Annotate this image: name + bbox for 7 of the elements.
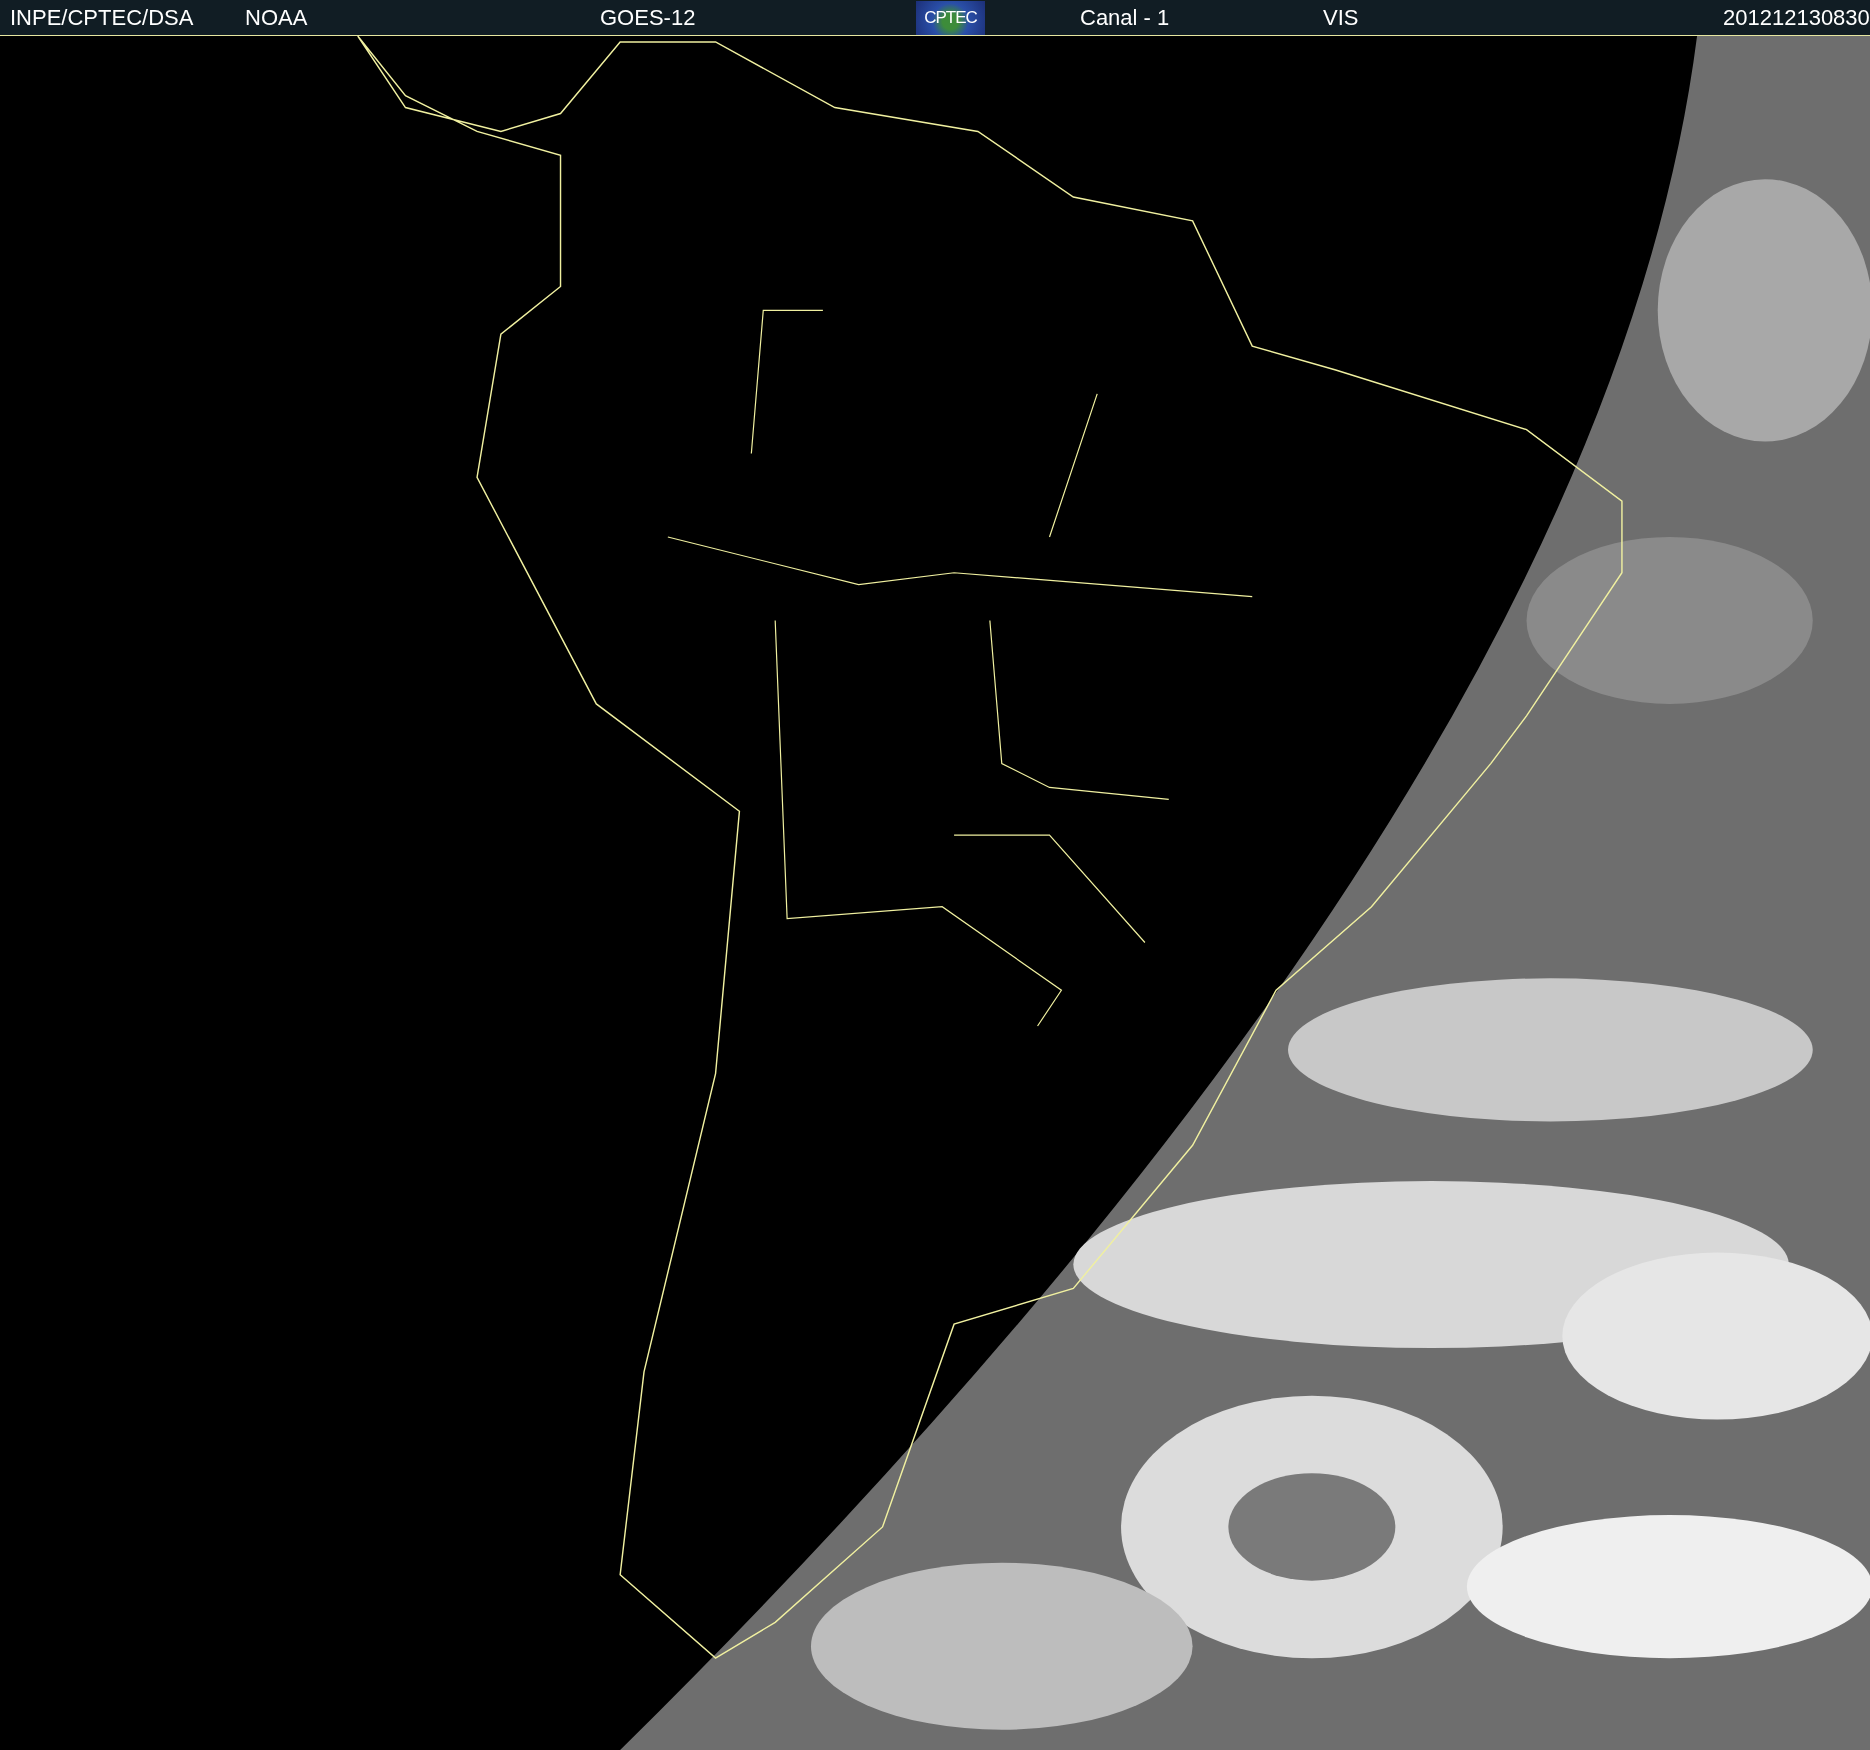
header-label: Canal - 1	[1080, 4, 1170, 31]
header-label: NOAA	[245, 4, 308, 31]
header-label: INPE/CPTEC/DSA	[10, 4, 194, 31]
header-label: GOES-12	[600, 4, 696, 31]
header-label: 201212130830	[1723, 4, 1870, 31]
header-label: VIS	[1323, 4, 1359, 31]
logo: CPTEC	[916, 0, 985, 35]
